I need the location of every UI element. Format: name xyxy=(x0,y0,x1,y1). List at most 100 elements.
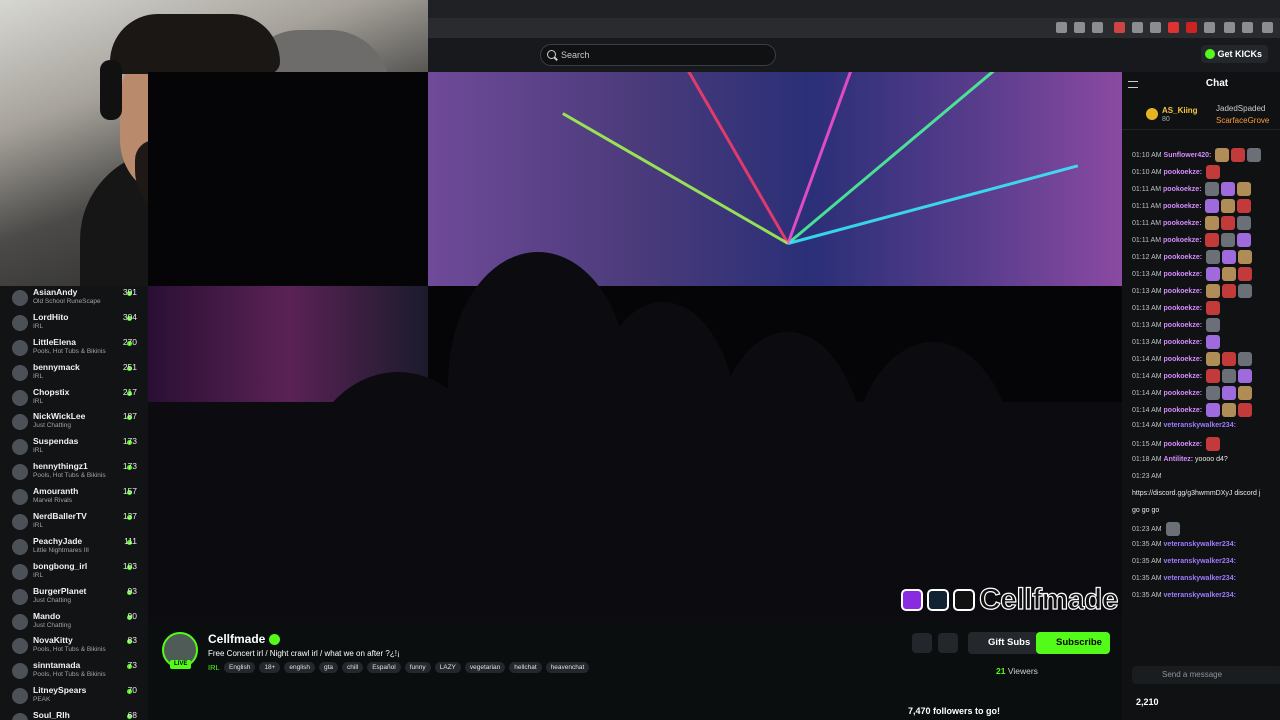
stream-category[interactable]: IRL xyxy=(208,663,220,672)
chat-message: 01:11 AM pookoekze: xyxy=(1132,199,1252,216)
chat-username[interactable]: veteranskywalker234: xyxy=(1164,575,1236,582)
chat-username[interactable]: pookoekze: xyxy=(1164,356,1203,363)
stream-tag[interactable]: english xyxy=(284,662,315,673)
chat-username[interactable]: pookoekze: xyxy=(1164,271,1203,278)
emote-icon xyxy=(1222,267,1236,281)
chat-message: 01:11 AM pookoekze: xyxy=(1132,233,1252,250)
following-item[interactable]: PeachyJade Little Nightmares III 111 xyxy=(0,535,148,560)
following-item[interactable]: hennythingz1 Pools, Hot Tubs & Bikinis 173 xyxy=(0,460,148,485)
chat-username[interactable]: veteranskywalker234: xyxy=(1164,541,1236,548)
search-icon xyxy=(547,50,556,59)
following-item[interactable]: Chopstix IRL 217 xyxy=(0,386,148,411)
stream-tag[interactable]: LAZY xyxy=(434,662,461,673)
share-icon[interactable] xyxy=(1060,664,1074,678)
following-item[interactable]: NickWickLee Just Chatting 187 xyxy=(0,410,148,435)
following-item[interactable]: Amouranth Marvel Rivals 157 xyxy=(0,485,148,510)
video-player[interactable]: Cellfmade xyxy=(148,72,1122,622)
extension-icon[interactable] xyxy=(1150,22,1161,33)
stream-tag[interactable]: 18+ xyxy=(259,662,281,673)
chat-message: 01:12 AM pookoekze: xyxy=(1132,250,1252,267)
chat-username[interactable]: pookoekze: xyxy=(1164,322,1203,329)
stream-tag[interactable]: heavenchat xyxy=(545,662,590,673)
following-item[interactable]: LittleElena Pools, Hot Tubs & Bikinis 270 xyxy=(0,336,148,361)
following-item[interactable]: bongbong_irl IRL 103 xyxy=(0,560,148,585)
emote-icon xyxy=(1206,284,1220,298)
notification-bell-button[interactable] xyxy=(912,633,932,653)
extension-icon[interactable] xyxy=(1132,22,1143,33)
translate-icon[interactable] xyxy=(1074,22,1085,33)
following-item[interactable]: NovaKitty Pools, Hot Tubs & Bikinis 83 xyxy=(0,634,148,659)
gifter-name[interactable]: JadedSpaded xyxy=(1216,104,1265,113)
extension-icon[interactable] xyxy=(1168,22,1179,33)
chat-username[interactable]: pookoekze: xyxy=(1163,186,1202,193)
chat-username[interactable]: Sunflower420: xyxy=(1164,152,1212,159)
top-gifters: AS_Kiing 80 JadedSpaded ScarfaceGrove xyxy=(1122,102,1280,130)
following-item[interactable]: LordHito IRL 304 xyxy=(0,311,148,336)
report-icon[interactable] xyxy=(1084,664,1098,678)
bookmark-star-icon[interactable] xyxy=(1092,22,1103,33)
stream-tag[interactable]: Español xyxy=(367,662,401,673)
extension-icon[interactable] xyxy=(1114,22,1125,33)
gifter-name[interactable]: AS_Kiing xyxy=(1162,106,1198,115)
extension-icon[interactable] xyxy=(1204,22,1215,33)
chat-username[interactable]: pookoekze: xyxy=(1164,254,1203,261)
stream-tag[interactable]: chill xyxy=(342,662,364,673)
chat-username[interactable]: Antilitez: xyxy=(1164,456,1194,463)
chat-username[interactable]: pookoekze: xyxy=(1164,373,1203,380)
chat-username[interactable]: pookoekze: xyxy=(1163,203,1202,210)
chat-username[interactable]: pookoekze: xyxy=(1164,169,1203,176)
chat-input[interactable]: Send a message xyxy=(1132,666,1280,684)
following-name: bongbong_irl xyxy=(33,560,88,571)
chat-message: 01:15 AM pookoekze: xyxy=(1132,437,1220,454)
chat-username[interactable]: veteranskywalker234: xyxy=(1164,592,1236,599)
following-item[interactable]: sinntamada Pools, Hot Tubs & Bikinis 73 xyxy=(0,659,148,684)
menu-icon[interactable] xyxy=(1262,22,1273,33)
chat-username[interactable]: pookoekze: xyxy=(1163,237,1202,244)
following-category: Old School RuneScape xyxy=(33,298,101,305)
following-category: Pools, Hot Tubs & Bikinis xyxy=(33,671,106,679)
chat-username[interactable]: veteranskywalker234: xyxy=(1164,558,1236,565)
chat-username[interactable]: veteranskywalker234: xyxy=(1164,422,1236,429)
following-viewers: 304 xyxy=(122,311,137,322)
following-item[interactable]: bennymack IRL 251 xyxy=(0,361,148,386)
chat-username[interactable]: pookoekze: xyxy=(1163,220,1202,227)
following-item[interactable]: NerdBallerTV IRL 137 xyxy=(0,510,148,535)
stream-tag[interactable]: vegetarian xyxy=(464,662,506,673)
following-name: AsianAndy xyxy=(33,287,78,297)
following-item[interactable]: AsianAndy Old School RuneScape 391 xyxy=(0,286,148,311)
get-kicks-button[interactable]: Get KICKs xyxy=(1201,45,1268,63)
follow-heart-button[interactable] xyxy=(938,633,958,653)
streamer-name[interactable]: Cellfmade xyxy=(208,632,265,646)
extension-icon[interactable] xyxy=(1242,22,1253,33)
following-item[interactable]: Mando Just Chatting 90 xyxy=(0,610,148,635)
chat-username[interactable]: pookoekze: xyxy=(1164,288,1203,295)
emote-icon xyxy=(1222,352,1236,366)
subscribe-button[interactable]: Subscribe xyxy=(1036,632,1110,654)
stream-tag[interactable]: funny xyxy=(404,662,431,673)
zoom-icon[interactable] xyxy=(1056,22,1067,33)
extension-icon[interactable] xyxy=(1186,22,1197,33)
chat-username[interactable]: pookoekze: xyxy=(1164,339,1203,346)
stream-tag[interactable]: English xyxy=(224,662,256,673)
chat-timestamp: 01:35 AM xyxy=(1132,592,1162,599)
chat-username[interactable]: pookoekze: xyxy=(1164,305,1203,312)
subscribe-label: Subscribe xyxy=(1056,637,1102,648)
stream-tag[interactable]: hellchat xyxy=(509,662,542,673)
following-item[interactable]: LitneySpears PEAK 70 xyxy=(0,684,148,709)
chat-username[interactable]: pookoekze: xyxy=(1164,407,1203,414)
chat-timestamp: 01:13 AM xyxy=(1132,304,1162,312)
gift-subs-button[interactable]: Gift Subs xyxy=(968,632,1039,654)
extensions-puzzle-icon[interactable] xyxy=(1224,22,1235,33)
following-item[interactable]: Suspendas IRL 173 xyxy=(0,435,148,460)
chat-timestamp: 01:15 AM xyxy=(1132,440,1162,448)
chat-username[interactable]: pookoekze: xyxy=(1164,441,1203,448)
emote-icon xyxy=(1237,216,1252,230)
following-item[interactable]: BurgerPlanet Just Chatting 93 xyxy=(0,585,148,610)
emote-icon xyxy=(1206,335,1220,349)
emote-icon xyxy=(1221,182,1236,196)
chat-username[interactable]: pookoekze: xyxy=(1164,390,1203,397)
gifter-name[interactable]: ScarfaceGrove xyxy=(1216,116,1269,125)
stream-tag[interactable]: gta xyxy=(318,662,339,673)
search-input[interactable]: Search xyxy=(540,44,776,66)
following-item[interactable]: Soul_Rlh 68 xyxy=(0,709,148,720)
